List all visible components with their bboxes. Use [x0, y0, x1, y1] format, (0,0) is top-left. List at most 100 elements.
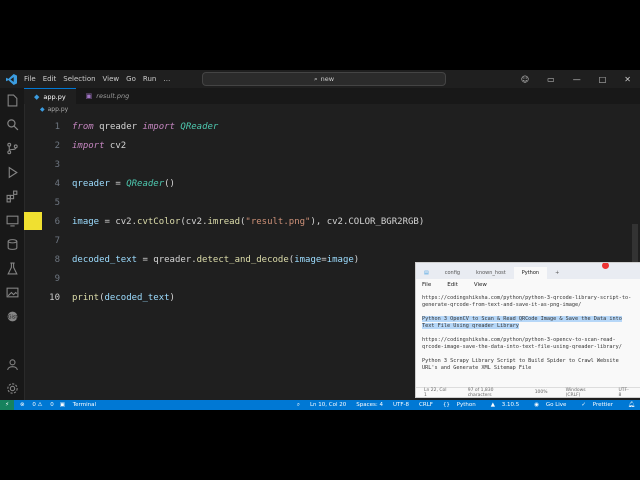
- layout-icon[interactable]: ▭: [547, 75, 555, 84]
- command-center-text: new: [320, 75, 335, 83]
- go-live-button[interactable]: ◉ Go Live: [534, 402, 571, 408]
- code-token: qreader: [93, 121, 143, 132]
- remote-indicator-icon[interactable]: ⚡: [0, 400, 14, 410]
- code-token: image: [72, 216, 100, 227]
- account-icon[interactable]: [0, 352, 24, 376]
- code-token: ), cv2.COLOR_BGR2RGB): [310, 216, 425, 227]
- menu-item-6[interactable]: …: [163, 75, 170, 83]
- notepad-menu-item[interactable]: View: [474, 282, 487, 288]
- code-text: decoded_text = qreader.detect_and_decode…: [72, 255, 359, 265]
- code-line[interactable]: 2 import cv2: [24, 136, 630, 155]
- notepad-menu-item[interactable]: Edit: [447, 282, 458, 288]
- settings-gear-icon[interactable]: [0, 376, 24, 400]
- live-share-icon[interactable]: Gist: [0, 304, 24, 328]
- search-icon[interactable]: [0, 112, 24, 136]
- title-bar: FileEditSelectionViewGoRun… ← → ⌕ new ☺ …: [0, 70, 640, 88]
- line-ending[interactable]: CRLF: [419, 402, 433, 408]
- testing-icon[interactable]: [0, 256, 24, 280]
- extensions-icon[interactable]: [0, 184, 24, 208]
- notepad-window: ▤ config known_host Python + File Edit View h…: [415, 262, 640, 398]
- code-token: from: [72, 121, 94, 132]
- search-icon: ⌕: [313, 74, 318, 83]
- line-number: 5: [54, 197, 60, 208]
- status-bar: ⚡ ⊗ 0 ⚠ 0 ▣ Terminal ⌕ Ln 10, Col 20 Spa…: [0, 400, 640, 410]
- notepad-text-area[interactable]: https://codingshiksha.com/python/python-…: [422, 295, 637, 379]
- indentation[interactable]: Spaces: 4: [356, 402, 383, 408]
- code-token: ): [169, 292, 175, 303]
- code-token: imread: [207, 216, 240, 227]
- breadcrumb[interactable]: ◆ app.py: [24, 104, 640, 114]
- menu-item-4[interactable]: Go: [126, 75, 136, 83]
- line-number: 2: [54, 140, 60, 151]
- notepad-tab[interactable]: Python: [513, 267, 548, 279]
- notepad-paragraph: Python 3 Scrapy Library Script to Build …: [422, 358, 637, 372]
- line-number: 8: [54, 254, 60, 265]
- code-token: decoded_text: [104, 292, 170, 303]
- tab-app-py[interactable]: ◆ app.py: [24, 88, 76, 104]
- svg-text:Gist: Gist: [7, 314, 17, 320]
- encoding[interactable]: UTF-8: [393, 402, 409, 408]
- notepad-tab[interactable]: known_host: [468, 267, 514, 279]
- image-preview-icon[interactable]: [0, 280, 24, 304]
- code-text: image = cv2.cvtColor(cv2.imread("result.…: [72, 217, 424, 227]
- close-button[interactable]: ✕: [624, 75, 631, 84]
- notepad-status-item: Ln 22, Col 1: [424, 387, 447, 398]
- notepad-tab[interactable]: config: [437, 267, 468, 279]
- prettier-button[interactable]: ✓ Prettier: [581, 402, 618, 408]
- code-token: print: [72, 292, 100, 303]
- language-mode[interactable]: {} Python: [443, 402, 481, 408]
- python-version[interactable]: ▲ 3.10.5: [491, 402, 524, 408]
- line-number: 1: [54, 121, 60, 132]
- menu-item-1[interactable]: Edit: [43, 75, 57, 83]
- code-token: image: [294, 254, 322, 265]
- notepad-status-item: 100%: [534, 390, 548, 395]
- copilot-icon[interactable]: ☺: [521, 75, 529, 84]
- code-line[interactable]: 4 qreader = QReader(): [24, 174, 630, 193]
- notepad-status-item: UTF-8: [618, 387, 629, 398]
- scroll-thumb[interactable]: [632, 224, 638, 264]
- run-debug-icon[interactable]: [0, 160, 24, 184]
- code-line[interactable]: 1 from qreader import QReader: [24, 117, 630, 136]
- explorer-icon[interactable]: [0, 88, 24, 112]
- source-control-icon[interactable]: [0, 136, 24, 160]
- code-token: =: [109, 178, 127, 189]
- code-line[interactable]: 6 image = cv2.cvtColor(cv2.imread("result…: [24, 212, 630, 231]
- code-line[interactable]: 7: [24, 231, 630, 250]
- remote-explorer-icon[interactable]: [0, 208, 24, 232]
- minimize-button[interactable]: —: [573, 75, 581, 84]
- code-token: = cv2.: [99, 216, 138, 227]
- menu-item-5[interactable]: Run: [143, 75, 156, 83]
- code-token: (): [164, 178, 175, 189]
- code-line[interactable]: 3: [24, 155, 630, 174]
- new-tab-button[interactable]: +: [547, 267, 567, 279]
- command-center[interactable]: ⌕ new: [202, 72, 446, 86]
- code-token: import: [142, 121, 175, 132]
- menu-item-2[interactable]: Selection: [63, 75, 95, 83]
- notepad-status-item: 97 of 1,830 characters: [467, 387, 494, 398]
- notepad-paragraph: Python 3 OpenCV to Scan & Read QRCode Im…: [422, 316, 637, 330]
- vscode-logo-icon: [4, 72, 18, 86]
- notepad-text: https://codingshiksha.com/python/python-…: [422, 295, 632, 308]
- menu-bar: File Edit Selection View Go Run …: [24, 75, 177, 83]
- problems-indicator[interactable]: ⊗ 0 ⚠ 0: [20, 402, 54, 408]
- python-file-icon: ◆: [40, 105, 45, 113]
- maximize-button[interactable]: □: [599, 75, 607, 84]
- notepad-status-item: Windows (CRLF): [565, 387, 586, 398]
- notepad-menu-item[interactable]: File: [422, 282, 431, 288]
- database-icon[interactable]: [0, 232, 24, 256]
- tab-result-png[interactable]: ▣ result.png: [76, 88, 140, 104]
- qr-code-gutter-icon: [24, 212, 42, 230]
- line-number: 10: [49, 292, 60, 303]
- code-token: decoded_text: [72, 254, 138, 265]
- cursor-position[interactable]: Ln 10, Col 20: [310, 402, 346, 408]
- activity-bar: Gist: [0, 88, 25, 400]
- search-icon[interactable]: ⌕: [297, 402, 300, 409]
- menu-item-0[interactable]: File: [24, 75, 36, 83]
- python-file-icon: ◆: [34, 92, 40, 101]
- menu-item-3[interactable]: View: [103, 75, 120, 83]
- line-number: 9: [54, 273, 60, 284]
- line-number: 3: [54, 159, 60, 170]
- code-line[interactable]: 5: [24, 193, 630, 212]
- notifications-icon[interactable]: 🔔︎: [628, 402, 635, 408]
- terminal-button[interactable]: ▣ Terminal: [60, 402, 96, 408]
